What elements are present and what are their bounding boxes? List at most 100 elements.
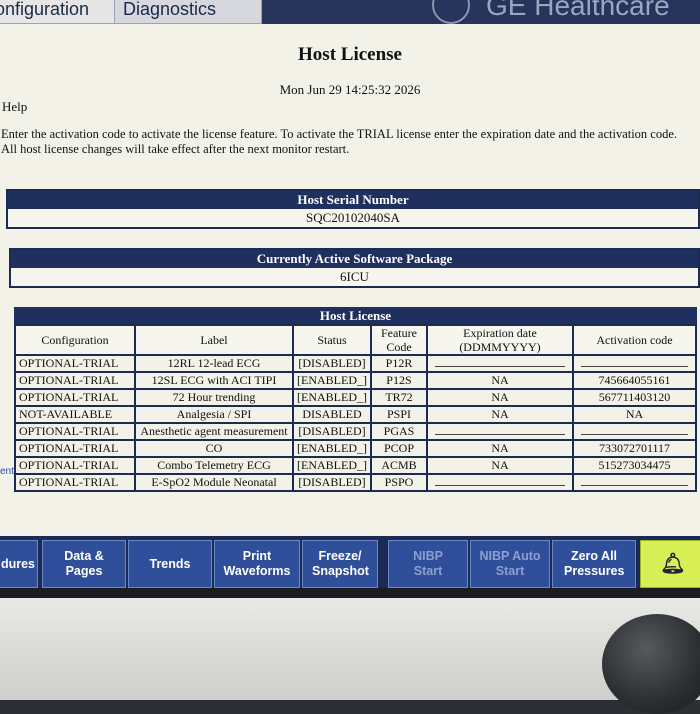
monitor-screen: onfiguration Diagnostics GE Healthcare H… bbox=[0, 0, 700, 590]
configuration-cell: NOT-AVAILABLE bbox=[14, 405, 136, 424]
host-serial-header: Host Serial Number bbox=[8, 191, 698, 209]
table-row[interactable]: OPTIONAL-TRIAL Combo Telemetry ECG [ENABLE… bbox=[14, 456, 698, 475]
expiration-date-field[interactable]: NA bbox=[425, 439, 574, 458]
datetime-display: Mon Jun 29 14:25:32 2026 bbox=[279, 82, 421, 97]
label-cell: CO bbox=[134, 439, 294, 458]
activation-code-field[interactable]: 745664055161 bbox=[571, 371, 698, 390]
trends-button[interactable]: Trends bbox=[128, 540, 212, 588]
tab-diagnostics[interactable]: Diagnostics bbox=[114, 0, 262, 24]
feature-code-cell-text: PGAS bbox=[383, 424, 415, 438]
feature-code-cell-text: P12R bbox=[385, 356, 413, 370]
expiration-date-field[interactable]: NA bbox=[425, 388, 574, 407]
activation-code-field[interactable] bbox=[571, 354, 698, 373]
feature-code-cell: PCOP bbox=[369, 439, 428, 458]
help-link[interactable]: Help bbox=[2, 99, 27, 115]
activation-code-field[interactable]: NA bbox=[571, 405, 698, 424]
status-cell: [ENABLED_] bbox=[292, 371, 372, 390]
label-cell-text: 72 Hour trending bbox=[172, 390, 256, 404]
table-row[interactable]: OPTIONAL-TRIAL E-SpO2 Module Neonatal [DIS… bbox=[14, 473, 698, 492]
status-cell: [ENABLED_] bbox=[292, 456, 372, 475]
activation-code-field[interactable] bbox=[571, 422, 698, 441]
configuration-cell-text: OPTIONAL-TRIAL bbox=[19, 458, 119, 472]
status-cell-text: [DISABLED] bbox=[298, 356, 366, 370]
col-feature-code: Feature Code bbox=[369, 324, 428, 356]
freeze-snapshot-label: Freeze/ Snapshot bbox=[312, 549, 369, 578]
configuration-cell: OPTIONAL-TRIAL bbox=[14, 388, 136, 407]
status-cell: DISABLED bbox=[292, 405, 372, 424]
license-table: Configuration Label Status Feature Code … bbox=[14, 324, 698, 492]
feature-code-cell-text: PSPI bbox=[386, 407, 411, 421]
feature-code-cell-text: ACMB bbox=[381, 458, 417, 472]
table-row[interactable]: NOT-AVAILABLE Analgesia / SPI DISABLED PSPI… bbox=[14, 405, 698, 424]
zero-all-pressures-button[interactable]: Zero All Pressures bbox=[552, 540, 636, 588]
col-activation-code: Activation code bbox=[571, 324, 698, 356]
configuration-cell: OPTIONAL-TRIAL bbox=[14, 422, 136, 441]
tab-configuration[interactable]: onfiguration bbox=[0, 0, 119, 24]
nibp-auto-start-button[interactable]: NIBP Auto Start bbox=[470, 540, 550, 588]
brand-name: GE Healthcare bbox=[486, 0, 670, 21]
configuration-cell-text: OPTIONAL-TRIAL bbox=[19, 390, 119, 404]
expiration-date-field-text: NA bbox=[491, 390, 509, 404]
feature-code-cell: P12R bbox=[369, 354, 428, 373]
configuration-cell-text: OPTIONAL-TRIAL bbox=[19, 475, 119, 489]
label-cell: Anesthetic agent measurement bbox=[134, 422, 294, 441]
procedures-button[interactable]: dures bbox=[0, 540, 38, 588]
status-cell: [ENABLED_] bbox=[292, 439, 372, 458]
table-header-row: Configuration Label Status Feature Code … bbox=[14, 324, 698, 356]
entry-underline bbox=[580, 434, 688, 435]
table-row[interactable]: OPTIONAL-TRIAL CO [ENABLED_] PCOP NA 73307270… bbox=[14, 439, 698, 458]
label-cell: E-SpO2 Module Neonatal bbox=[134, 473, 294, 492]
status-cell-text: [ENABLED_] bbox=[297, 441, 367, 455]
configuration-cell-text: OPTIONAL-TRIAL bbox=[19, 441, 119, 455]
instruction-line: Enter the activation code to activate th… bbox=[1, 127, 678, 141]
nibp-start-button[interactable]: NIBP Start bbox=[388, 540, 468, 588]
activation-code-field[interactable]: 567711403120 bbox=[571, 388, 698, 407]
entry-underline bbox=[434, 366, 565, 367]
activation-code-field[interactable] bbox=[571, 473, 698, 492]
table-row[interactable]: OPTIONAL-TRIAL 72 Hour trending [ENABLED_]… bbox=[14, 388, 698, 407]
expiration-date-field[interactable] bbox=[425, 473, 574, 492]
data-pages-label: Data & Pages bbox=[64, 549, 104, 578]
label-cell-text: Analgesia / SPI bbox=[176, 407, 252, 421]
activation-code-field[interactable]: 515273034475 bbox=[571, 456, 698, 475]
col-label: Label bbox=[134, 324, 294, 356]
expiration-date-field[interactable]: NA bbox=[425, 371, 574, 390]
print-waveforms-button[interactable]: Print Waveforms bbox=[214, 540, 300, 588]
activation-code-field-text: NA bbox=[625, 407, 644, 421]
data-pages-button[interactable]: Data & Pages bbox=[42, 540, 126, 588]
expiration-date-field-text: NA bbox=[491, 407, 509, 421]
freeze-snapshot-button[interactable]: Freeze/ Snapshot bbox=[302, 540, 378, 588]
configuration-cell: OPTIONAL-TRIAL bbox=[14, 456, 136, 475]
label-cell-text: 12RL 12-lead ECG bbox=[167, 356, 261, 370]
label-cell: 12RL 12-lead ECG bbox=[134, 354, 294, 373]
bottom-toolbar: dures Data & Pages Trends Print Waveform… bbox=[0, 536, 700, 590]
label-cell-text: CO bbox=[205, 441, 223, 455]
configuration-cell-text: OPTIONAL-TRIAL bbox=[19, 424, 119, 438]
status-cell: [DISABLED] bbox=[292, 473, 372, 492]
expiration-date-field[interactable] bbox=[425, 422, 574, 441]
status-cell: [DISABLED] bbox=[292, 354, 372, 373]
entry-underline bbox=[434, 434, 565, 435]
configuration-cell-text: OPTIONAL-TRIAL bbox=[19, 356, 119, 370]
table-row[interactable]: OPTIONAL-TRIAL Anesthetic agent measureme… bbox=[14, 422, 698, 441]
label-cell: Analgesia / SPI bbox=[134, 405, 294, 424]
instruction-line: All host license changes will take effec… bbox=[1, 142, 350, 156]
activation-code-field-text: 567711403120 bbox=[598, 390, 671, 404]
active-package-value: 6ICU bbox=[340, 269, 369, 284]
table-row[interactable]: OPTIONAL-TRIAL 12RL 12-lead ECG [DISABLED]… bbox=[14, 354, 698, 373]
configuration-cell: OPTIONAL-TRIAL bbox=[14, 439, 136, 458]
expiration-date-field-text: NA bbox=[491, 441, 509, 455]
label-cell: 72 Hour trending bbox=[134, 388, 294, 407]
expiration-date-field[interactable] bbox=[425, 354, 574, 373]
col-status: Status bbox=[292, 324, 372, 356]
activation-code-field[interactable]: 733072701117 bbox=[571, 439, 698, 458]
feature-code-cell: PGAS bbox=[369, 422, 428, 441]
alarm-silence-button[interactable]: 🔔︎ bbox=[640, 540, 700, 588]
table-row[interactable]: OPTIONAL-TRIAL 12SL ECG with ACI TIPI [ENA… bbox=[14, 371, 698, 390]
expiration-date-field[interactable]: NA bbox=[425, 456, 574, 475]
col-expiration-date: Expiration date (DDMMYYYY) bbox=[425, 324, 574, 356]
expiration-date-field[interactable]: NA bbox=[425, 405, 574, 424]
feature-code-cell-text: PSPO bbox=[384, 475, 414, 489]
feature-code-cell-text: TR72 bbox=[385, 390, 413, 404]
status-cell-text: [DISABLED] bbox=[298, 424, 366, 438]
